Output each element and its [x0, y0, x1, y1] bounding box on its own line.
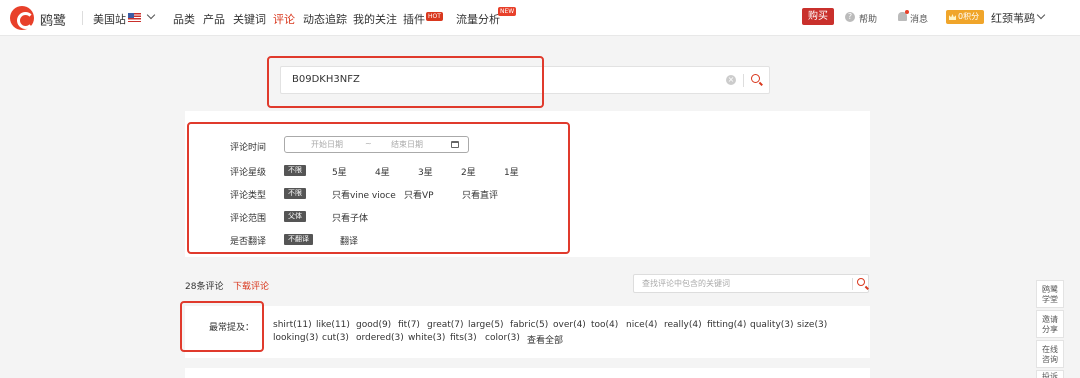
keyword-chip[interactable]: ordered(3): [356, 333, 404, 343]
float-complaint[interactable]: 投诉: [1036, 370, 1064, 378]
annotation-box-mentions: [180, 301, 264, 352]
float-invite-line1: 邀请: [1042, 315, 1058, 324]
buy-button[interactable]: 购买: [802, 8, 834, 25]
float-academy[interactable]: 鸥鹭 学堂: [1036, 280, 1064, 308]
annotation-box-search: [267, 56, 544, 108]
keyword-chip[interactable]: over(4): [553, 320, 586, 330]
keyword-chip[interactable]: large(5): [468, 320, 504, 330]
nav-traffic[interactable]: 流量分析: [456, 11, 500, 27]
keyword-chip[interactable]: too(4): [591, 320, 618, 330]
float-invite-share[interactable]: 邀请 分享: [1036, 310, 1064, 338]
oulu-logo-icon[interactable]: [10, 6, 34, 30]
keyword-chip[interactable]: like(11): [316, 320, 350, 330]
search-icon[interactable]: [857, 278, 865, 286]
points-badge[interactable]: 0积分: [946, 10, 984, 24]
divider: [743, 74, 744, 87]
new-badge: NEW: [498, 7, 517, 16]
float-consult-line2: 咨询: [1042, 355, 1058, 364]
keyword-chip[interactable]: quality(3): [750, 320, 794, 330]
keyword-chip[interactable]: great(7): [427, 320, 464, 330]
nav-reviews[interactable]: 评论: [273, 11, 295, 27]
chevron-down-icon[interactable]: [1036, 10, 1046, 20]
keyword-chip[interactable]: fabric(5): [510, 320, 548, 330]
keyword-chip[interactable]: shirt(11): [273, 320, 312, 330]
download-reviews-link[interactable]: 下载评论: [233, 279, 269, 292]
chevron-down-icon[interactable]: [146, 10, 156, 20]
float-academy-line2: 学堂: [1042, 295, 1058, 304]
keyword-chip[interactable]: fit(7): [398, 320, 420, 330]
keyword-chip[interactable]: cut(3): [322, 333, 349, 343]
view-all-link[interactable]: 查看全部: [527, 333, 563, 346]
nav-category[interactable]: 品类: [173, 11, 195, 27]
keyword-chip[interactable]: really(4): [664, 320, 702, 330]
keyword-chip[interactable]: good(9): [356, 320, 391, 330]
help-icon[interactable]: ?: [845, 12, 855, 22]
user-name[interactable]: 红颈苇鹀: [991, 10, 1035, 26]
keyword-chip[interactable]: size(3): [797, 320, 827, 330]
nav-keyword[interactable]: 关键词: [233, 11, 266, 27]
us-flag-icon[interactable]: [128, 13, 141, 22]
keyword-chip[interactable]: looking(3): [273, 333, 318, 343]
points-text: 0积分: [958, 12, 980, 21]
brand-name[interactable]: 鸥鹭: [40, 10, 66, 29]
float-online-consult[interactable]: 在线 咨询: [1036, 340, 1064, 368]
messages-link[interactable]: 消息: [910, 12, 928, 25]
nav-following[interactable]: 我的关注: [353, 11, 397, 27]
notification-dot: [905, 10, 909, 14]
top-navbar: 鸥鹭 美国站 品类 产品 关键词 评论 动态追踪 我的关注 插件 HOT 流量分…: [0, 0, 1080, 36]
annotation-box-filters: [187, 122, 570, 254]
review-count: 28条评论: [185, 282, 224, 292]
review-list-card: [185, 368, 870, 378]
float-academy-line1: 鸥鹭: [1042, 285, 1058, 294]
clear-icon[interactable]: ×: [726, 75, 736, 85]
float-invite-line2: 分享: [1042, 325, 1058, 334]
keyword-chip[interactable]: fits(3): [450, 333, 477, 343]
most-mentioned-panel: 最常提及： shirt(11) like(11) good(9) fit(7) …: [185, 306, 870, 358]
keyword-search-input[interactable]: 查找评论中包含的关键词: [642, 278, 730, 289]
hot-badge: HOT: [426, 12, 443, 21]
help-link[interactable]: 帮助: [859, 12, 877, 25]
float-complaint-line1: 投诉: [1042, 372, 1058, 378]
keyword-chip[interactable]: fitting(4): [707, 320, 746, 330]
search-icon[interactable]: [751, 74, 760, 83]
divider: [82, 11, 83, 25]
keyword-search-box[interactable]: 查找评论中包含的关键词: [633, 274, 869, 293]
keyword-chip[interactable]: nice(4): [626, 320, 657, 330]
keyword-chip[interactable]: color(3): [485, 333, 520, 343]
nav-plugin[interactable]: 插件: [403, 11, 425, 27]
nav-product[interactable]: 产品: [203, 11, 225, 27]
nav-tracking[interactable]: 动态追踪: [303, 11, 347, 27]
site-selector[interactable]: 美国站: [93, 11, 126, 27]
crown-icon: [949, 14, 956, 20]
float-consult-line1: 在线: [1042, 345, 1058, 354]
keyword-chip[interactable]: white(3): [408, 333, 445, 343]
divider: [852, 278, 853, 290]
